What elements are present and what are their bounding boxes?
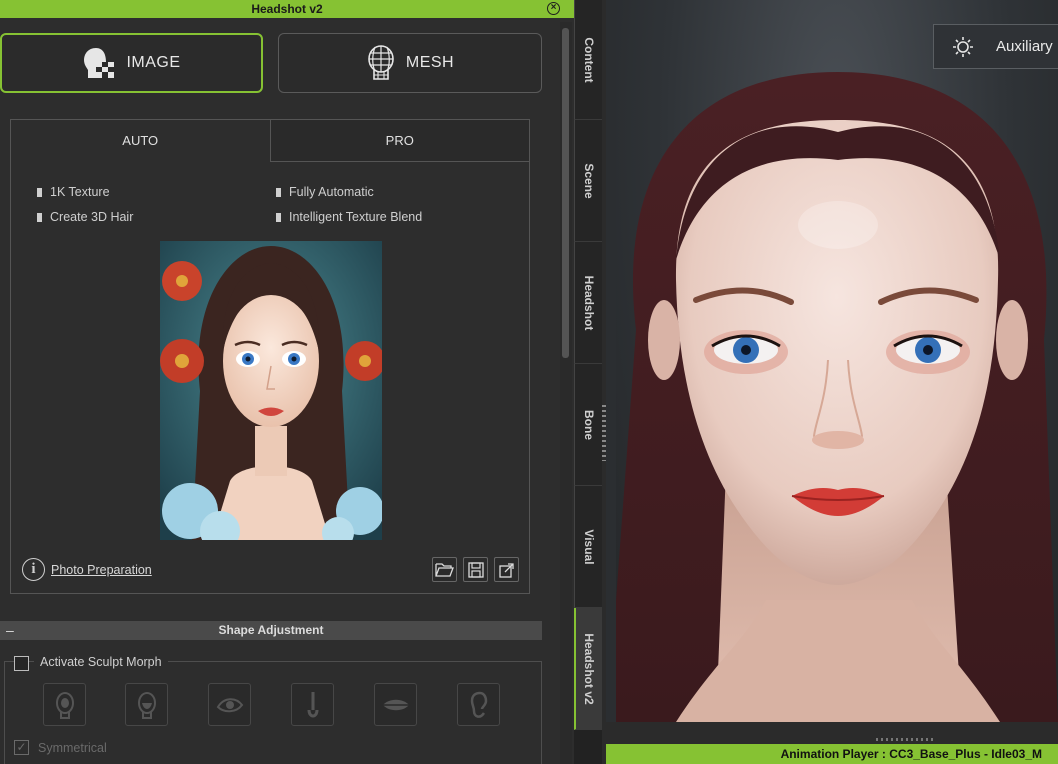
info-icon[interactable]: i — [22, 558, 45, 581]
feature-item: Create 3D Hair — [37, 210, 133, 224]
activate-sculpt-morph-checkbox[interactable] — [14, 656, 29, 671]
feature-item: Intelligent Texture Blend — [276, 210, 422, 224]
shape-adjustment-header[interactable]: – Shape Adjustment — [0, 621, 542, 640]
collapse-icon[interactable]: – — [6, 621, 14, 640]
side-tab-headshot[interactable]: Headshot — [574, 242, 602, 364]
sculpt-ear-button[interactable] — [457, 683, 500, 726]
export-icon — [498, 562, 514, 578]
status-text: Animation Player : CC3_Base_Plus - Idle0… — [780, 747, 1042, 761]
mesh-mode-button[interactable]: MESH — [278, 33, 542, 93]
symmetrical-label: Symmetrical — [38, 741, 107, 755]
side-tab-content[interactable]: Content — [574, 0, 602, 120]
portrait-illustration — [160, 241, 382, 540]
sculpt-face-button[interactable] — [125, 683, 168, 726]
sculpt-eye-button[interactable] — [208, 683, 251, 726]
side-tab-strip: Content Scene Headshot Bone Visual Heads… — [574, 0, 602, 764]
scrollbar-thumb[interactable] — [562, 28, 569, 358]
side-tab-label: Headshot v2 — [582, 632, 596, 705]
auto-pro-tab-panel: AUTO PRO 1K Texture Fully Automatic Crea… — [10, 119, 530, 594]
tab-pro[interactable]: PRO — [270, 120, 529, 162]
viewport-bottom-strip — [606, 722, 1058, 744]
folder-open-icon — [435, 563, 454, 577]
photo-preparation-link[interactable]: Photo Preparation — [51, 563, 152, 577]
side-tab-visual[interactable]: Visual — [574, 486, 602, 608]
sculpt-mouth-button[interactable] — [374, 683, 417, 726]
side-tab-scene[interactable]: Scene — [574, 120, 602, 242]
feature-label: 1K Texture — [50, 185, 110, 199]
image-mode-button[interactable]: IMAGE — [0, 33, 263, 93]
bullet-icon — [37, 187, 42, 197]
sculpt-head-button[interactable] — [43, 683, 86, 726]
rendered-head-model — [616, 72, 1058, 722]
feature-item: 1K Texture — [37, 185, 110, 199]
shape-adjustment-title: Shape Adjustment — [218, 623, 324, 637]
feature-label: Intelligent Texture Blend — [289, 210, 423, 224]
source-photo-preview[interactable] — [160, 241, 382, 540]
bullet-icon — [276, 212, 281, 222]
head-checker-icon — [84, 48, 115, 78]
ear-icon — [470, 691, 487, 718]
side-tab-label: Content — [581, 36, 596, 83]
feature-label: Fully Automatic — [289, 185, 374, 199]
tab-auto[interactable]: AUTO — [11, 120, 271, 162]
tab-row: AUTO PRO — [11, 120, 529, 162]
3d-viewport[interactable]: Auxiliary — [606, 0, 1058, 744]
nose-icon — [307, 691, 318, 717]
auxiliary-light-button[interactable]: Auxiliary — [933, 24, 1058, 69]
mesh-mode-label: MESH — [405, 54, 455, 71]
headshot-v2-panel: Headshot v2 × IMAGE MESH AUTO PRO 1K Tex… — [0, 0, 574, 764]
feature-label: Create 3D Hair — [50, 210, 134, 224]
viewport-render-area[interactable]: Auxiliary — [616, 0, 1058, 722]
head-mesh-icon — [368, 45, 394, 80]
face-icon — [137, 691, 156, 719]
side-tab-headshot-v2[interactable]: Headshot v2 — [574, 608, 602, 730]
bullet-icon — [37, 212, 42, 222]
side-tab-label: Bone — [581, 409, 596, 440]
viewport-resize-handle[interactable] — [876, 738, 936, 741]
close-icon[interactable]: × — [547, 2, 560, 15]
panel-title-bar: Headshot v2 × — [0, 0, 574, 18]
mouth-icon — [382, 699, 409, 710]
save-icon — [467, 561, 484, 578]
image-mode-label: IMAGE — [126, 54, 181, 71]
feature-item: Fully Automatic — [276, 185, 374, 199]
auxiliary-label: Auxiliary — [996, 38, 1053, 55]
side-tab-label: Headshot — [581, 275, 596, 330]
side-tab-bone[interactable]: Bone — [574, 364, 602, 486]
side-tab-label: Visual — [581, 528, 596, 565]
animation-player-status-bar[interactable]: Animation Player : CC3_Base_Plus - Idle0… — [606, 744, 1058, 764]
symmetrical-checkbox[interactable]: ✓ — [14, 740, 29, 755]
bullet-icon — [276, 187, 281, 197]
side-tab-label: Scene — [581, 162, 596, 199]
open-photo-button[interactable] — [432, 557, 457, 582]
export-photo-button[interactable] — [494, 557, 519, 582]
eye-icon — [216, 697, 243, 712]
sculpt-nose-button[interactable] — [291, 683, 334, 726]
head-front-icon — [55, 691, 74, 719]
panel-title: Headshot v2 — [251, 2, 323, 16]
sun-icon — [953, 36, 973, 57]
save-photo-button[interactable] — [463, 557, 488, 582]
activate-sculpt-morph-label: Activate Sculpt Morph — [34, 655, 168, 669]
